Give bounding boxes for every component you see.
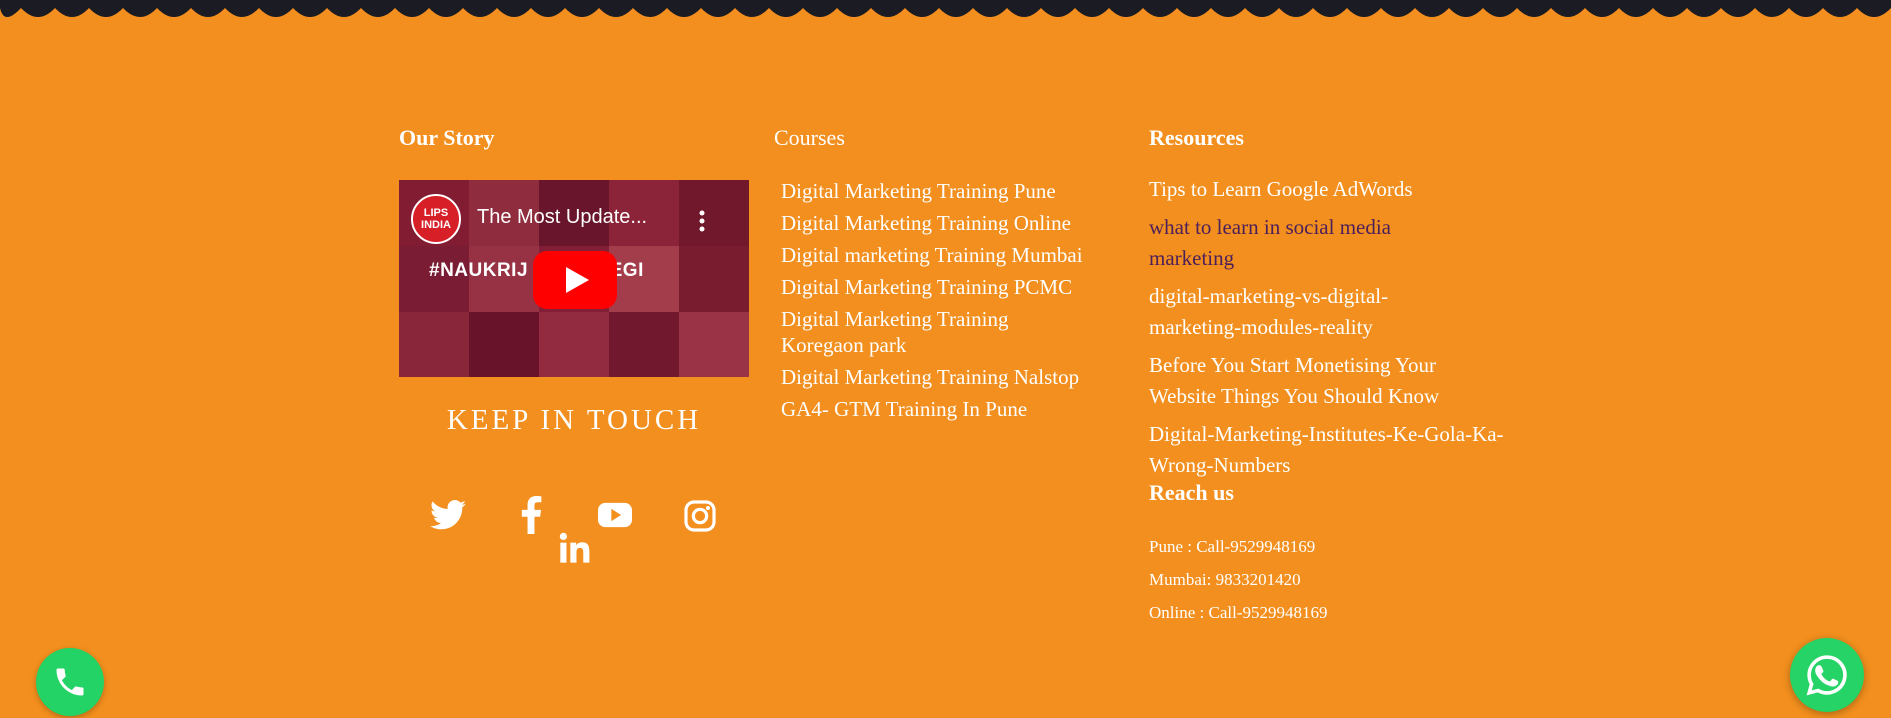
youtube-play-icon[interactable] [533,251,617,309]
reach-mumbai[interactable]: Mumbai: 9833201420 [1149,563,1327,596]
reach-pune[interactable]: Pune : Call-9529948169 [1149,530,1327,563]
courses-column: Courses [774,120,1124,156]
youtube-icon[interactable] [598,502,632,528]
linkedin-icon[interactable] [558,532,592,564]
resource-link[interactable]: digital-marketing-vs-digital-marketing-m… [1149,281,1439,343]
twitter-icon[interactable] [430,500,466,530]
resource-link[interactable]: what to learn in social media marketing [1149,212,1439,274]
our-story-column: Our Story [399,120,749,156]
whatsapp-button[interactable] [1790,638,1864,712]
phone-icon [56,668,84,696]
resources-list: Tips to Learn Google AdWords what to lea… [1149,174,1509,488]
reach-us-heading: Reach us [1149,480,1234,505]
lips-india-logo: LIPS INDIA [411,194,461,244]
our-story-heading: Our Story [399,125,495,150]
reach-online[interactable]: Online : Call-9529948169 [1149,596,1327,629]
resource-link[interactable]: Digital-Marketing-Institutes-Ke-Gola-Ka-… [1149,419,1509,481]
youtube-video-embed[interactable]: LIPS INDIA The Most Update... #NAUKRIJ R… [399,180,749,377]
more-options-icon[interactable] [699,210,705,232]
course-link[interactable]: Digital Marketing Training Nalstop [781,364,1121,390]
call-button[interactable] [36,648,104,716]
resources-heading: Resources [1149,125,1244,150]
resource-link[interactable]: Before You Start Monetising Your Website… [1149,350,1479,412]
course-link[interactable]: Digital Marketing Training Online [781,210,1121,236]
course-link[interactable]: Digital Marketing Training Koregaon park [781,306,1041,358]
resources-column: Resources [1149,120,1519,156]
top-wave-border [0,0,1891,17]
courses-list: Digital Marketing Training Pune Digital … [781,178,1121,428]
course-link[interactable]: Digital Marketing Training Pune [781,178,1121,204]
instagram-icon[interactable] [684,500,716,532]
resource-link[interactable]: Tips to Learn Google AdWords [1149,174,1509,205]
keep-in-touch-heading: KEEP IN TOUCH [446,404,702,436]
course-link[interactable]: Digital Marketing Training PCMC [781,274,1121,300]
facebook-icon[interactable] [520,496,542,534]
reach-us-list: Pune : Call-9529948169 Mumbai: 983320142… [1149,530,1327,629]
courses-heading: Courses [774,125,845,150]
course-link[interactable]: GA4- GTM Training In Pune [781,396,1121,422]
video-title[interactable]: The Most Update... [477,206,647,229]
course-link[interactable]: Digital marketing Training Mumbai [781,242,1121,268]
whatsapp-icon [1806,655,1847,696]
